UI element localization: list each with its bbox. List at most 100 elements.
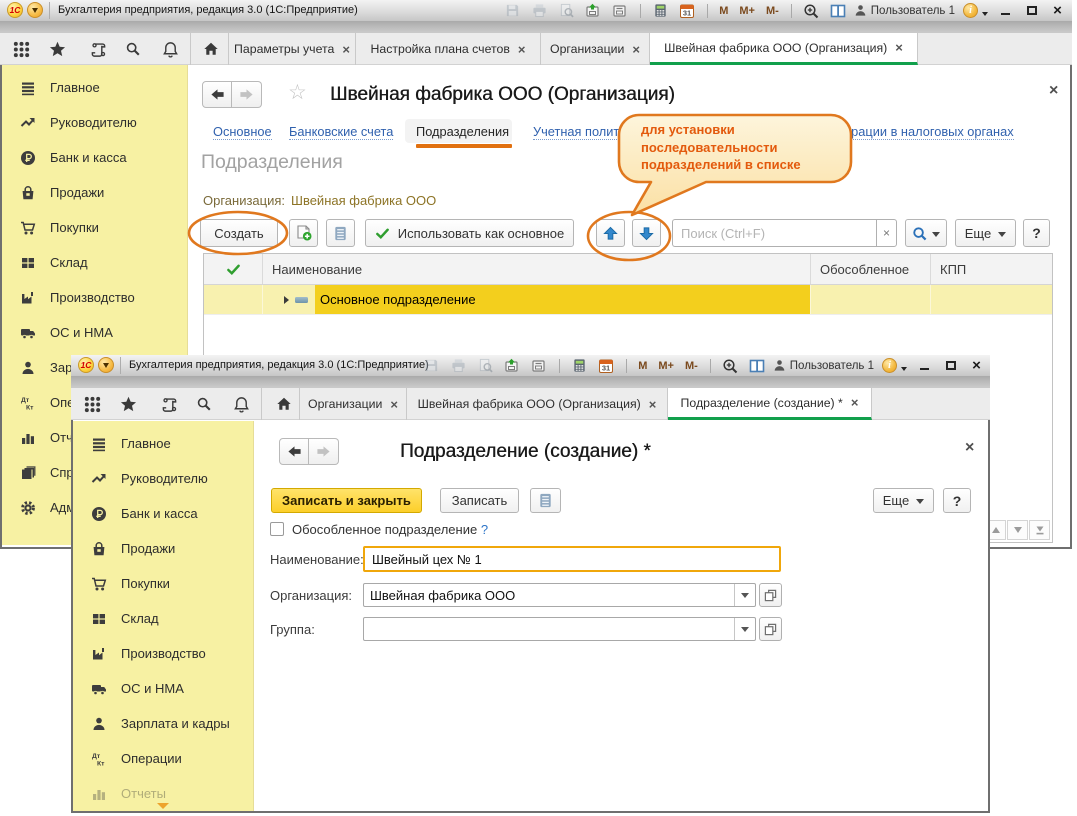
service-menu-icon[interactable]: [83, 395, 101, 413]
save-button[interactable]: Записать: [440, 488, 519, 513]
print-preview-icon[interactable]: [477, 358, 493, 374]
open-file-icon[interactable]: [612, 3, 628, 19]
table-row[interactable]: Основное подразделение: [204, 285, 1052, 315]
print-icon[interactable]: [531, 3, 547, 19]
detached-checkbox[interactable]: [270, 522, 284, 536]
name-field-input[interactable]: [365, 548, 779, 570]
header-obosoblennoe[interactable]: Обособленное: [811, 254, 931, 284]
back-button[interactable]: [279, 438, 309, 465]
home-icon[interactable]: [202, 40, 220, 58]
more-button[interactable]: Еще: [955, 219, 1016, 247]
notifications-icon[interactable]: [232, 395, 250, 413]
forward-button[interactable]: [232, 81, 262, 108]
sidebar-item-sklad[interactable]: Склад: [2, 245, 187, 280]
user-button[interactable]: Пользователь 1: [773, 359, 874, 372]
calendar-icon[interactable]: [679, 3, 695, 19]
favorite-star-icon[interactable]: ☆: [288, 82, 307, 103]
info-button[interactable]: i: [882, 358, 897, 373]
header-check-icon[interactable]: [204, 254, 263, 284]
navlink-bankovskie-scheta[interactable]: Банковские счета: [289, 124, 394, 140]
list-settings-button[interactable]: [326, 219, 355, 247]
save-to-file-icon[interactable]: [504, 358, 520, 374]
favorites-icon[interactable]: [119, 395, 137, 413]
org-dropdown-button[interactable]: [734, 584, 755, 606]
more-button[interactable]: Еще: [873, 488, 934, 513]
save-icon[interactable]: [423, 358, 439, 374]
tab-shveynaya-fabrika[interactable]: Швейная фабрика ООО (Организация) ×: [407, 388, 668, 420]
zoom-icon[interactable]: [722, 358, 738, 374]
tab-close-icon[interactable]: ×: [895, 40, 903, 55]
tab-organizacii[interactable]: Организации ×: [300, 388, 407, 420]
sidebar-item-rukovoditelyu[interactable]: Руководителю: [73, 461, 253, 496]
help-button[interactable]: ?: [943, 488, 971, 513]
split-view-icon[interactable]: [830, 3, 846, 19]
history-icon[interactable]: [89, 40, 107, 58]
print-preview-icon[interactable]: [558, 3, 574, 19]
header-kpp[interactable]: КПП: [931, 254, 1052, 284]
sidebar-item-os-i-nma[interactable]: ОС и НМА: [2, 315, 187, 350]
sidebar-item-prodazhi[interactable]: Продажи: [2, 175, 187, 210]
tab-close-icon[interactable]: ×: [649, 397, 657, 412]
back-button[interactable]: [202, 81, 232, 108]
save-to-file-icon[interactable]: [585, 3, 601, 19]
navlink-podrazdeleniya[interactable]: Подразделения: [416, 124, 509, 139]
create-group-button[interactable]: [289, 219, 318, 247]
memory-m-minus-button[interactable]: M-: [766, 5, 779, 17]
tab-organizacii[interactable]: Организации ×: [541, 33, 650, 65]
tab-nastroyka-plana-schetov[interactable]: Настройка плана счетов ×: [356, 33, 541, 65]
main-menu-button[interactable]: [27, 2, 43, 18]
forward-button[interactable]: [309, 438, 339, 465]
print-icon[interactable]: [450, 358, 466, 374]
move-up-button[interactable]: [596, 219, 625, 247]
group-dropdown-button[interactable]: [734, 618, 755, 640]
calculator-icon[interactable]: [652, 3, 668, 19]
memory-m-button[interactable]: M: [638, 360, 647, 372]
zoom-icon[interactable]: [803, 3, 819, 19]
header-naimenovanie[interactable]: Наименование: [263, 254, 811, 284]
calendar-icon[interactable]: [598, 358, 614, 374]
info-button[interactable]: i: [963, 3, 978, 18]
sidebar-item-glavnoe[interactable]: Главное: [73, 426, 253, 461]
sidebar-item-os-i-nma[interactable]: ОС и НМА: [73, 671, 253, 706]
org-field-input[interactable]: [364, 584, 734, 606]
sidebar-item-bank-i-kassa[interactable]: Банк и касса: [2, 140, 187, 175]
history-icon[interactable]: [160, 395, 178, 413]
tab-close-icon[interactable]: ×: [632, 42, 640, 57]
create-button[interactable]: Создать: [200, 219, 278, 247]
org-value-link[interactable]: Швейная фабрика ООО: [291, 193, 436, 208]
scroll-end-button[interactable]: [1029, 520, 1050, 540]
tab-podrazdelenie-sozdanie[interactable]: Подразделение (создание) * ×: [668, 388, 872, 420]
sidebar-item-bank-i-kassa[interactable]: Банк и касса: [73, 496, 253, 531]
sidebar-item-pokupki[interactable]: Покупки: [2, 210, 187, 245]
split-view-icon[interactable]: [749, 358, 765, 374]
navlink-uchetnaya-politika[interactable]: Учетная политика: [533, 124, 640, 140]
tab-close-icon[interactable]: ×: [851, 395, 859, 410]
minimize-button[interactable]: [916, 358, 933, 374]
tab-parametry-ucheta[interactable]: Параметры учета ×: [229, 33, 356, 65]
sidebar-item-pokupki[interactable]: Покупки: [73, 566, 253, 601]
favorites-icon[interactable]: [48, 40, 66, 58]
memory-m-button[interactable]: M: [719, 5, 728, 17]
notifications-icon[interactable]: [161, 40, 179, 58]
list-icon-button[interactable]: [530, 488, 561, 513]
main-menu-button[interactable]: [98, 357, 114, 373]
expand-arrow-icon[interactable]: [284, 295, 289, 304]
user-button[interactable]: Пользователь 1: [854, 4, 955, 17]
home-icon[interactable]: [275, 395, 293, 413]
save-icon[interactable]: [504, 3, 520, 19]
help-button[interactable]: ?: [1023, 219, 1050, 247]
sidebar-item-proizvodstvo[interactable]: Производство: [2, 280, 187, 315]
global-search-icon[interactable]: [195, 395, 213, 413]
scroll-down-button[interactable]: [1007, 520, 1028, 540]
front-form-close-icon[interactable]: ×: [965, 440, 974, 456]
org-open-button[interactable]: [759, 583, 782, 607]
sidebar-item-zarplata-i-kadry[interactable]: Зарплата и кадры: [73, 706, 253, 741]
navlink-osnovnoe[interactable]: Основное: [213, 124, 272, 140]
group-field-input[interactable]: [364, 618, 734, 640]
back-form-close-icon[interactable]: ×: [1049, 83, 1058, 99]
move-down-button[interactable]: [632, 219, 661, 247]
memory-m-minus-button[interactable]: M-: [685, 360, 698, 372]
sidebar-item-glavnoe[interactable]: Главное: [2, 70, 187, 105]
sidebar-item-sklad[interactable]: Склад: [73, 601, 253, 636]
open-file-icon[interactable]: [531, 358, 547, 374]
